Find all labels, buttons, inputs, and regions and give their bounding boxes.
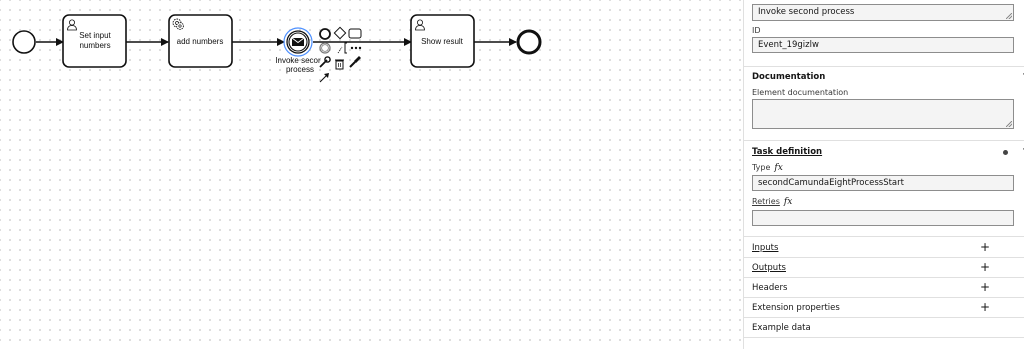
type-label-text: Type (752, 163, 771, 172)
task-label: add numbers (177, 37, 224, 46)
append-intermediate-event-icon[interactable] (319, 42, 331, 54)
add-icon[interactable]: + (980, 301, 990, 313)
fx-icon[interactable]: fx (784, 197, 792, 207)
outputs-group-header[interactable]: Outputs + (744, 258, 1024, 278)
extension-properties-title: Extension properties (752, 303, 840, 313)
documentation-group-header[interactable]: Documentation (744, 67, 1024, 87)
documentation-title: Documentation (752, 72, 826, 82)
start-event[interactable] (12, 30, 36, 54)
event-label: process (286, 65, 314, 74)
connect-arrow-icon[interactable] (319, 73, 329, 83)
headers-title: Headers (752, 283, 788, 293)
envelope-icon (291, 37, 305, 46)
task-definition-group-header[interactable]: Task definition (744, 142, 1024, 162)
event-label: Invoke secor (275, 56, 321, 65)
task-definition-title: Task definition (752, 147, 823, 157)
inputs-title: Inputs (752, 243, 779, 253)
extension-properties-group-header[interactable]: Extension properties + (744, 298, 1024, 318)
type-label: Type fx (752, 163, 783, 173)
inputs-group-header[interactable]: Inputs + (744, 238, 1024, 258)
wrench-icon[interactable] (319, 56, 331, 68)
diagram-canvas[interactable]: Set input numbers add numbers Invoke sec (0, 0, 743, 349)
task-label: Show result (421, 37, 464, 46)
id-label: ID (752, 26, 761, 35)
divider (744, 337, 1024, 338)
more-options-icon[interactable] (350, 46, 362, 50)
context-pad (319, 26, 362, 83)
bpmn-diagram: Set input numbers add numbers Invoke sec (12, 14, 542, 83)
task-label: numbers (79, 41, 110, 50)
text-annotation-icon[interactable] (337, 42, 347, 54)
resize-handle-icon[interactable] (1006, 13, 1012, 19)
task-set-input-numbers[interactable]: Set input numbers (62, 14, 127, 68)
element-documentation-label: Element documentation (752, 88, 849, 97)
trash-icon[interactable] (335, 59, 344, 70)
end-event[interactable] (516, 29, 542, 55)
name-field[interactable]: Invoke second process (752, 4, 1014, 21)
resize-handle-icon[interactable] (1006, 121, 1012, 127)
type-field[interactable]: secondCamundaEightProcessStart (752, 175, 1014, 191)
id-value: Event_19gizlw (758, 40, 819, 50)
type-value: secondCamundaEightProcessStart (758, 178, 904, 188)
retries-label: Retries fx (752, 197, 792, 207)
fx-icon[interactable]: fx (774, 163, 782, 173)
retries-field[interactable] (752, 210, 1014, 226)
add-icon[interactable]: + (980, 241, 990, 253)
retries-label-text: Retries (752, 197, 780, 206)
divider (744, 140, 1024, 141)
append-task-icon[interactable] (348, 28, 362, 39)
append-gateway-icon[interactable] (333, 26, 347, 40)
name-value: Invoke second process (758, 7, 855, 17)
color-picker-icon[interactable] (349, 56, 361, 68)
task-add-numbers[interactable]: add numbers (168, 14, 233, 68)
intermediate-message-throw-event[interactable]: Invoke secor process (275, 27, 321, 74)
add-icon[interactable]: + (980, 281, 990, 293)
append-end-event-icon[interactable] (319, 28, 331, 40)
divider (744, 236, 1024, 237)
task-show-result[interactable]: Show result (410, 14, 475, 68)
element-documentation-field[interactable] (752, 99, 1014, 129)
task-label: Set input (79, 31, 111, 40)
data-indicator-dot (1003, 150, 1008, 155)
properties-panel: Invoke second process ID Event_19gizlw D… (743, 0, 1024, 349)
headers-group-header[interactable]: Headers + (744, 278, 1024, 298)
id-field[interactable]: Event_19gizlw (752, 37, 1014, 53)
example-data-title: Example data (752, 323, 811, 333)
add-icon[interactable]: + (980, 261, 990, 273)
example-data-group-header[interactable]: Example data (744, 318, 1024, 338)
outputs-title: Outputs (752, 263, 786, 273)
